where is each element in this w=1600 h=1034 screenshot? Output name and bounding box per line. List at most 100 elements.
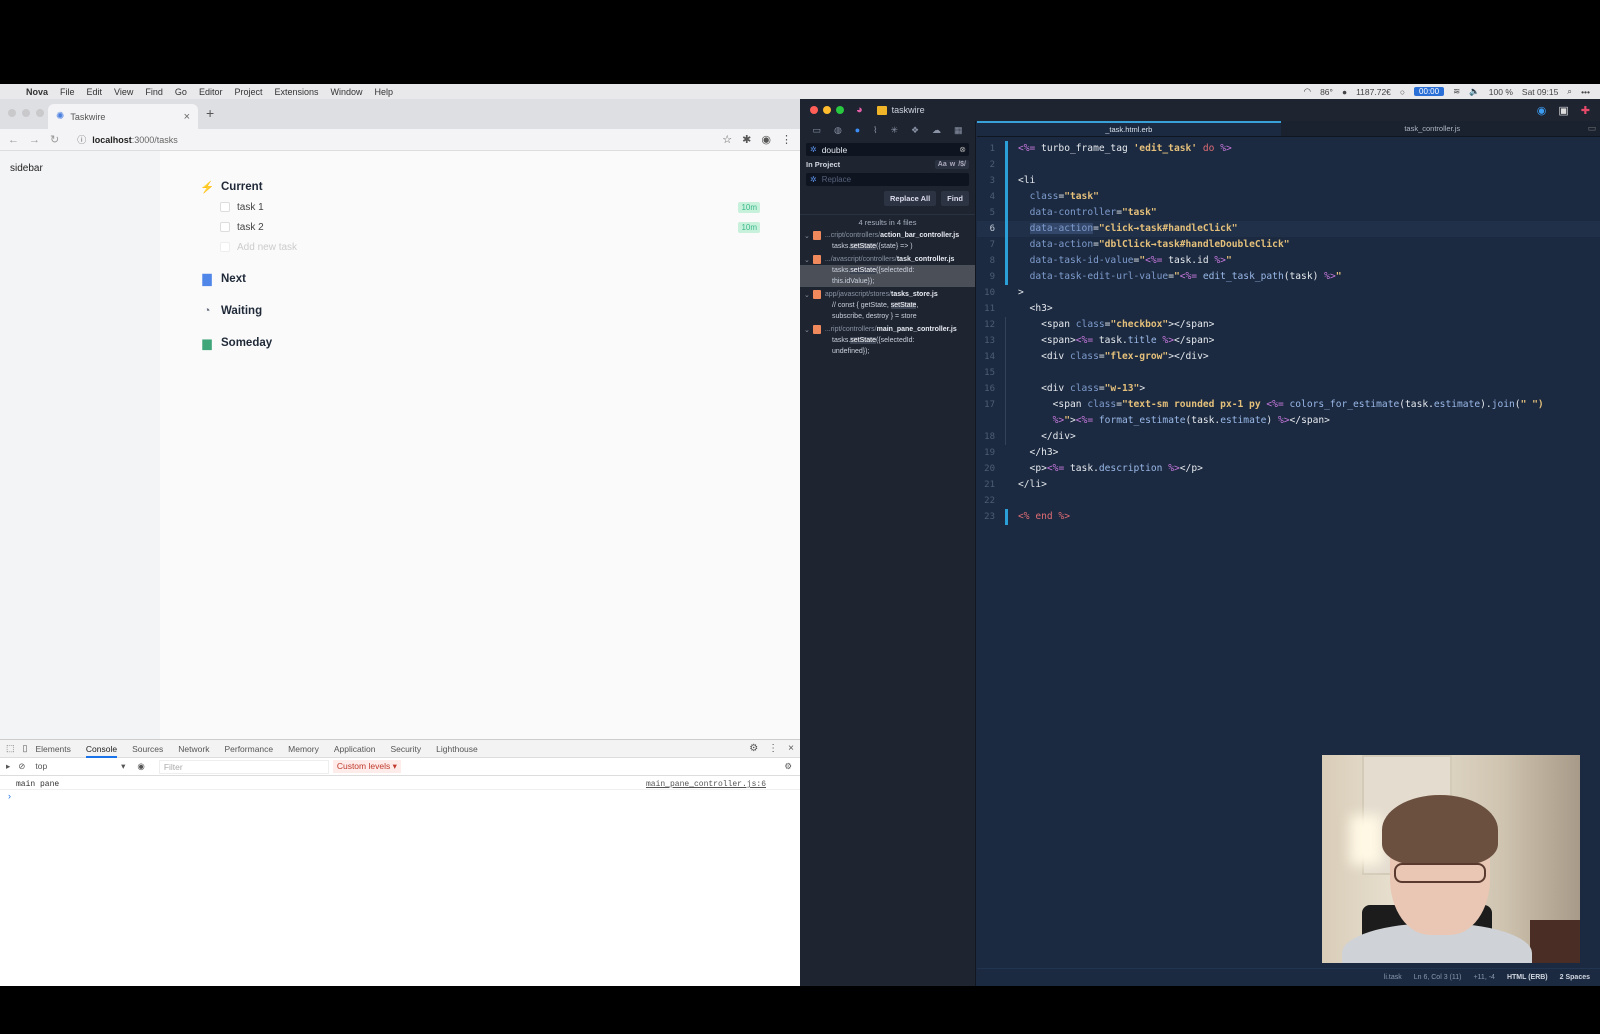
- device-toolbar-icon[interactable]: ▯: [23, 743, 28, 754]
- git-icon[interactable]: ⌇: [873, 125, 877, 136]
- cursor-position[interactable]: Ln 6, Col 3 (11): [1414, 974, 1462, 981]
- tab-overflow-icon[interactable]: ▭: [1584, 121, 1600, 136]
- volume-icon[interactable]: 🔈: [1469, 86, 1480, 97]
- zoom-window-button[interactable]: [836, 106, 844, 114]
- console-settings-icon[interactable]: ⚙: [784, 761, 792, 772]
- scope-selector[interactable]: In Project: [806, 160, 840, 169]
- tab-console[interactable]: Console: [85, 740, 118, 758]
- back-icon[interactable]: ←: [8, 134, 19, 146]
- log-levels-dropdown[interactable]: Custom levels ▾: [332, 760, 401, 773]
- tab-performance[interactable]: Performance: [224, 740, 273, 758]
- regex-toggle[interactable]: /$/: [958, 161, 966, 168]
- chevron-down-icon[interactable]: ⌄: [804, 232, 810, 240]
- close-tab-icon[interactable]: ×: [184, 111, 190, 123]
- menu-project[interactable]: Project: [234, 87, 262, 97]
- price-readout[interactable]: 1187.72€: [1356, 87, 1391, 97]
- bookmark-star-icon[interactable]: ☆: [722, 133, 732, 146]
- console-source-link[interactable]: main_pane_controller.js:6: [646, 780, 766, 789]
- menu-help[interactable]: Help: [375, 87, 394, 97]
- menu-view[interactable]: View: [114, 87, 133, 97]
- whole-word-toggle[interactable]: w: [950, 161, 955, 168]
- replace-input[interactable]: ✲ Replace: [806, 173, 969, 186]
- search-icon[interactable]: ●: [855, 125, 860, 135]
- profile-avatar-icon[interactable]: ◉: [761, 133, 771, 146]
- site-info-icon[interactable]: ⓘ: [77, 133, 86, 146]
- browser-menu-icon[interactable]: ⋮: [781, 133, 792, 146]
- menu-editor[interactable]: Editor: [199, 87, 223, 97]
- new-tab-button[interactable]: +: [206, 105, 214, 121]
- menu-app-name[interactable]: Nova: [26, 87, 48, 97]
- menu-window[interactable]: Window: [331, 87, 363, 97]
- result-file[interactable]: ⌄ ...ript/controllers/main_pane_controlle…: [800, 324, 975, 335]
- menu-go[interactable]: Go: [175, 87, 187, 97]
- project-selector[interactable]: taskwire: [876, 105, 925, 115]
- result-match-line[interactable]: undefined});: [800, 346, 975, 357]
- extensions-icon[interactable]: ✱: [742, 133, 751, 146]
- section-waiting[interactable]: ◔ Waiting: [200, 301, 760, 321]
- search-icon[interactable]: ⌕: [1567, 86, 1572, 97]
- devtools-menu-icon[interactable]: ⋮: [768, 743, 778, 754]
- eye-icon[interactable]: ◉: [137, 761, 144, 772]
- result-match-line[interactable]: tasks.setState({selectedId:: [800, 335, 975, 346]
- close-window-button[interactable]: [8, 109, 16, 117]
- search-options-icon[interactable]: ✲: [810, 145, 817, 154]
- clear-search-icon[interactable]: ⊗: [959, 145, 966, 154]
- task-checkbox[interactable]: [220, 202, 230, 212]
- result-match-line[interactable]: tasks.setState({selectedId:: [800, 265, 975, 276]
- replace-all-button[interactable]: Replace All: [884, 191, 937, 206]
- preview-eye-icon[interactable]: ◉: [1537, 104, 1547, 117]
- reload-icon[interactable]: ↻: [50, 133, 59, 146]
- editor-tab-task-controller[interactable]: task_controller.js: [1281, 121, 1585, 136]
- add-task-input[interactable]: Add new task: [237, 242, 297, 253]
- tab-sources[interactable]: Sources: [132, 740, 163, 758]
- sidebar-toggle-icon[interactable]: ▸: [6, 761, 10, 772]
- symbol-breadcrumb[interactable]: li.task: [1384, 974, 1402, 981]
- case-sensitive-toggle[interactable]: Aa: [938, 161, 947, 168]
- notch-icon[interactable]: ◠: [1304, 86, 1311, 97]
- more-icon[interactable]: •••: [1581, 87, 1590, 97]
- menu-edit[interactable]: Edit: [87, 87, 103, 97]
- temperature-readout[interactable]: 86°: [1320, 87, 1333, 97]
- minimize-window-button[interactable]: [823, 106, 831, 114]
- chevron-down-icon[interactable]: ⌄: [804, 326, 810, 334]
- sidebar-toggle-icon[interactable]: ▣: [1558, 104, 1568, 117]
- tab-security[interactable]: Security: [390, 740, 421, 758]
- url-input[interactable]: localhost:3000/tasks: [92, 135, 178, 145]
- code-content[interactable]: 1 <%= turbo_frame_tag 'edit_task' do %> 2…: [977, 137, 1600, 525]
- close-window-button[interactable]: [810, 106, 818, 114]
- cloud-icon[interactable]: ☁: [932, 125, 941, 136]
- wifi-icon[interactable]: ≋: [1453, 86, 1460, 97]
- section-current[interactable]: ⚡ Current: [200, 177, 760, 197]
- task-item[interactable]: task 2 10m: [220, 217, 760, 237]
- forward-icon[interactable]: →: [29, 134, 40, 146]
- syntax-selector[interactable]: HTML (ERB): [1507, 974, 1548, 981]
- result-match-line[interactable]: subscribe, destroy } = store: [800, 311, 975, 322]
- tab-memory[interactable]: Memory: [288, 740, 319, 758]
- clear-console-icon[interactable]: ⊘: [18, 761, 25, 772]
- battery-readout[interactable]: 100 %: [1489, 87, 1513, 97]
- zoom-window-button[interactable]: [36, 109, 44, 117]
- result-match-line[interactable]: // const { getState, setState,: [800, 300, 975, 311]
- add-task-row[interactable]: Add new task: [220, 237, 760, 257]
- section-someday[interactable]: ▆ Someday: [200, 333, 760, 353]
- browser-tab[interactable]: ✺ Taskwire ×: [48, 104, 198, 129]
- indentation-selector[interactable]: 2 Spaces: [1560, 974, 1590, 981]
- result-file[interactable]: ⌄ app/javascript/stores/tasks_store.js: [800, 289, 975, 300]
- menu-file[interactable]: File: [60, 87, 75, 97]
- console-filter-input[interactable]: Filter: [158, 759, 329, 774]
- chevron-down-icon[interactable]: ⌄: [804, 291, 810, 299]
- menu-find[interactable]: Find: [145, 87, 163, 97]
- chevron-down-icon[interactable]: ⌄: [804, 256, 810, 264]
- inspect-element-icon[interactable]: ⬚: [6, 743, 15, 754]
- tab-application[interactable]: Application: [334, 740, 376, 758]
- settings-gear-icon[interactable]: ⚙: [749, 743, 758, 754]
- globe-icon[interactable]: ◍: [834, 125, 842, 136]
- console-prompt[interactable]: ›: [0, 790, 800, 802]
- new-file-icon[interactable]: ✚: [1581, 104, 1590, 117]
- task-checkbox[interactable]: [220, 222, 230, 232]
- result-match-line[interactable]: tasks.setState({state} => ): [800, 241, 975, 252]
- files-icon[interactable]: ▭: [812, 125, 821, 136]
- tab-network[interactable]: Network: [178, 740, 209, 758]
- stocks-icon[interactable]: ●: [1342, 87, 1347, 97]
- grid-icon[interactable]: ▦: [954, 125, 963, 136]
